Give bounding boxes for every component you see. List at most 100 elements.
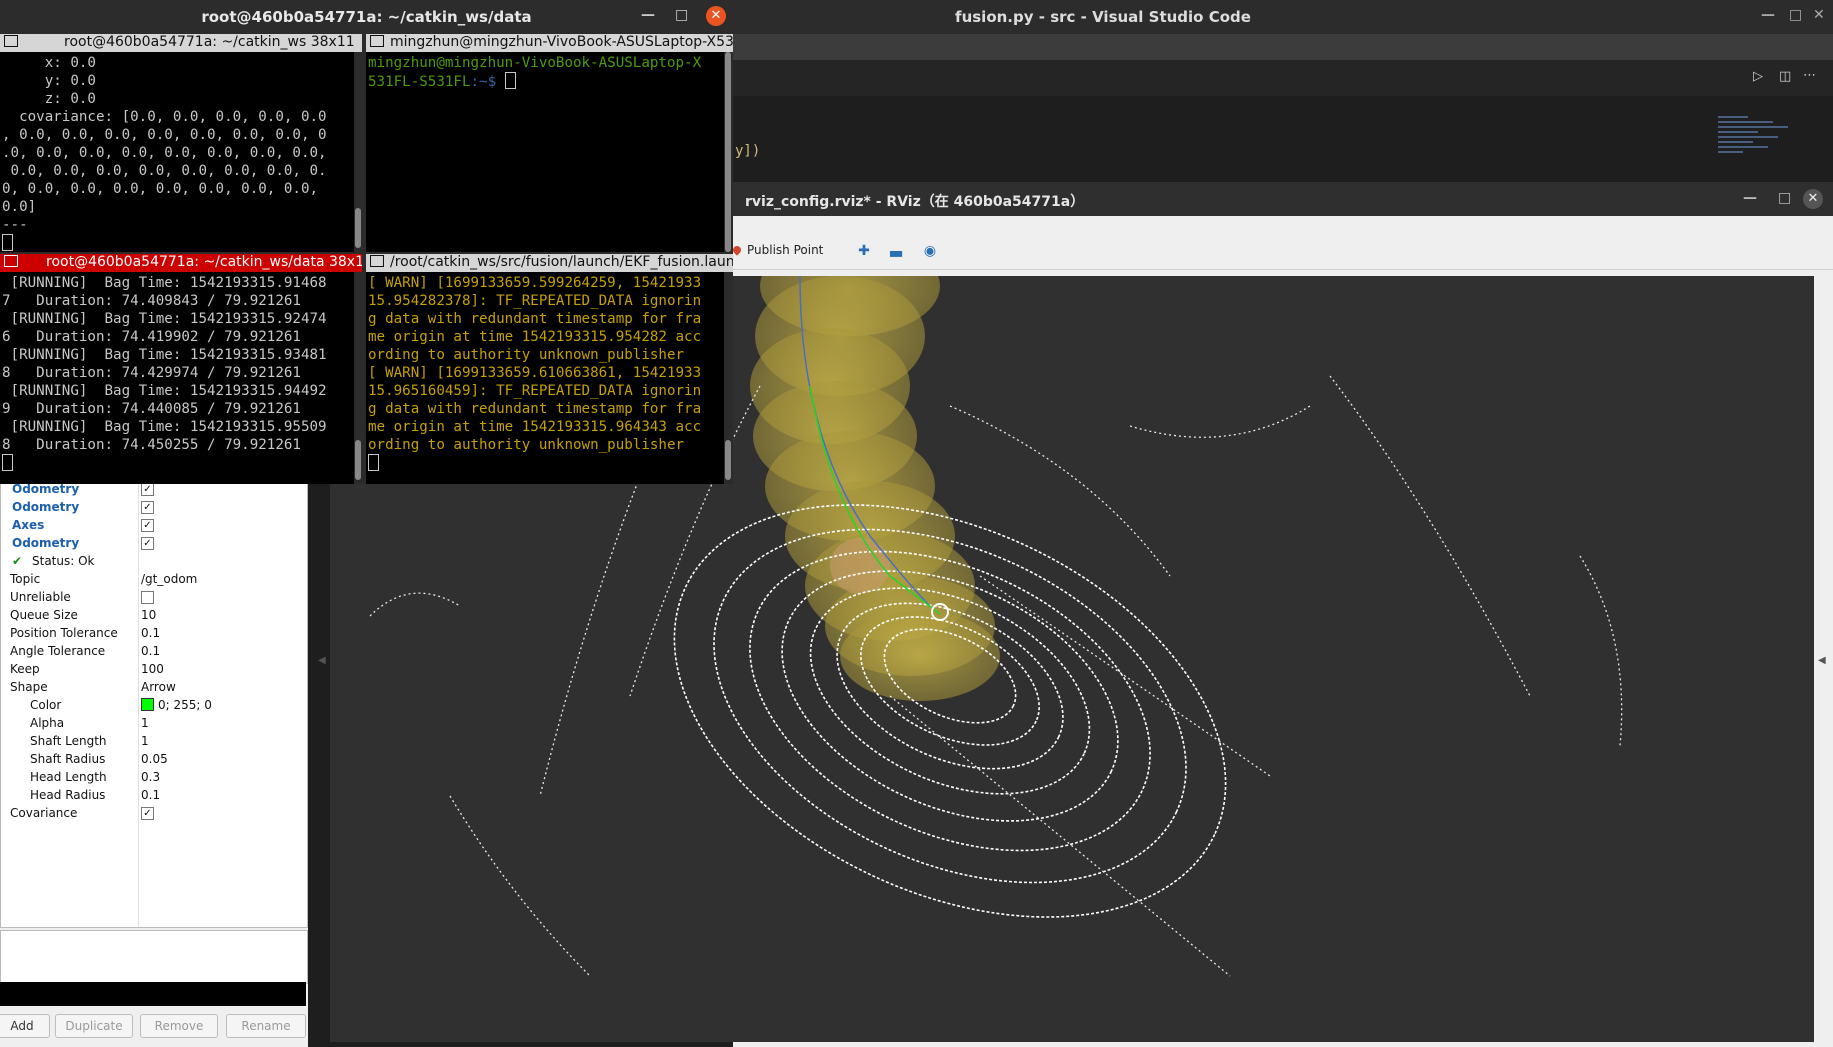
property-row[interactable]: Shape Arrow [1,679,307,697]
maximize-icon[interactable]: □ [1789,7,1802,23]
property-row[interactable]: Color 0; 255; 0 [1,697,307,715]
terminal-pane-title[interactable]: root@460b0a54771a: ~/catkin_ws 38x11 [0,34,362,52]
split-editor-icon[interactable]: ◫ [1779,69,1791,84]
display-row[interactable]: Odometry ✓ [1,499,307,517]
property-value[interactable]: 0.1 [141,626,160,640]
terminal-line: 7 Duration: 74.409843 / 79.921261 [2,293,301,309]
terminal-icon [370,35,384,47]
terminal-line: 6 Duration: 74.419902 / 79.921261 [2,329,301,345]
property-value[interactable]: 10 [141,608,156,622]
scrollbar[interactable] [725,52,731,252]
property-value[interactable]: 1 [141,716,149,730]
property-value[interactable]: 0; 255; 0 [141,698,212,712]
minimize-icon[interactable]: — [1761,7,1775,23]
property-row[interactable]: Unreliable [1,589,307,607]
display-row[interactable]: Odometry ✓ [1,535,307,553]
terminal-pane-title[interactable]: /root/catkin_ws/src/fusion/launch/EKF_fu… [366,254,733,272]
scrollbar[interactable] [355,208,361,248]
collapse-left-icon[interactable]: ◀ [318,655,326,666]
warning-line: ording to authority unknown_publisher [368,437,685,453]
terminal-pane-bottomright[interactable]: [ WARN] [1699133659.599264259, 15421933 … [366,272,724,484]
property-value[interactable]: 0.1 [141,788,160,802]
property-row[interactable]: Shaft Length 1 [1,733,307,751]
property-value[interactable]: /gt_odom [141,572,197,586]
display-name: Odometry [12,536,80,550]
property-value[interactable]: Arrow [141,680,176,694]
terminal-line: 9 Duration: 74.440085 / 79.921261 [2,401,301,417]
property-row[interactable]: Topic /gt_odom [1,571,307,589]
more-icon[interactable]: ⋯ [1803,68,1816,83]
display-enabled-checkbox[interactable]: ✓ [141,537,154,550]
property-row[interactable]: Alpha 1 [1,715,307,733]
maximize-icon[interactable]: □ [675,7,688,23]
property-row[interactable]: Head Length 0.3 [1,769,307,787]
property-value[interactable]: 1 [141,734,149,748]
camera-eye-icon[interactable]: ◉ [920,243,940,261]
terminal-line: covariance: [0.0, 0.0, 0.0, 0.0, 0.0 [2,109,327,125]
terminal-line: 0.0] [2,199,37,215]
property-name: Angle Tolerance [10,644,106,658]
prompt-user: mingzhun@mingzhun-VivoBook-ASUSLaptop-X [368,55,702,71]
terminal-line: [RUNNING] Bag Time: 1542193315.92474 [2,311,327,327]
display-enabled-checkbox[interactable]: ✓ [141,483,154,496]
status-row[interactable]: ✔ Status: Ok [1,553,307,571]
remove-button[interactable]: Remove [140,1014,218,1038]
terminal-pane-title-active[interactable]: root@460b0a54771a: ~/catkin_ws/data 38x1… [0,254,362,272]
close-icon[interactable]: ✕ [706,6,726,26]
terminal-cursor [2,454,13,471]
terminal-pane-title[interactable]: mingzhun@mingzhun-VivoBook-ASUSLaptop-X5… [366,34,733,52]
collapse-right-icon[interactable]: ◀ [1818,655,1826,666]
maximize-icon[interactable]: □ [1778,190,1791,206]
terminal-pane-bottomleft[interactable]: [RUNNING] Bag Time: 1542193315.91468 7 D… [0,272,354,484]
property-row[interactable]: Shaft Radius 0.05 [1,751,307,769]
close-icon[interactable]: ✕ [1803,189,1823,209]
minimap[interactable] [1718,116,1798,180]
scrollbar[interactable] [355,440,361,480]
property-value[interactable]: 0.05 [141,752,168,766]
terminal-pane-topright[interactable]: mingzhun@mingzhun-VivoBook-ASUSLaptop-X … [366,52,724,252]
terminal-line: --- [2,217,28,233]
rename-button[interactable]: Rename [226,1014,306,1038]
property-row[interactable]: Keep 100 [1,661,307,679]
vscode-editor[interactable] [733,96,1833,176]
property-row[interactable]: Queue Size 10 [1,607,307,625]
publish-point-tool[interactable]: Publish Point [731,243,823,257]
display-enabled-checkbox[interactable]: ✓ [141,501,154,514]
property-value[interactable]: 100 [141,662,164,676]
minimize-icon[interactable]: — [641,7,655,23]
property-row[interactable]: Position Tolerance 0.1 [1,625,307,643]
terminal-cursor [368,454,379,471]
color-swatch[interactable] [141,698,154,711]
warning-line: [ WARN] [1699133659.599264259, 15421933 [368,275,702,291]
close-icon[interactable]: ✕ [1813,7,1825,23]
unreliable-checkbox[interactable] [141,591,154,604]
covariance-checkbox[interactable]: ✓ [141,807,154,820]
add-button[interactable]: Add [0,1014,50,1038]
remove-tool-icon[interactable]: ▬ [886,243,906,262]
duplicate-button[interactable]: Duplicate [55,1014,133,1038]
pane-title-text: root@460b0a54771a: ~/catkin_ws/data 38x1… [46,254,362,270]
scrollbar[interactable] [725,440,731,480]
terminal-cursor [2,234,13,251]
property-row[interactable]: Angle Tolerance 0.1 [1,643,307,661]
property-value[interactable]: 0.3 [141,770,160,784]
display-row[interactable]: Axes ✓ [1,517,307,535]
add-tool-icon[interactable]: ✚ [854,243,874,261]
terminal-line: y: 0.0 [2,73,96,89]
warning-line: g data with redundant timestamp for fra [368,401,702,417]
terminal-line: 8 Duration: 74.429974 / 79.921261 [2,365,301,381]
minimize-icon[interactable]: — [1743,190,1757,206]
run-icon[interactable]: ▷ [1753,69,1763,84]
status-label: Status: Ok [32,554,95,568]
property-name: Covariance [10,806,78,820]
property-row[interactable]: Covariance ✓ [1,805,307,823]
display-enabled-checkbox[interactable]: ✓ [141,519,154,532]
terminal-line: z: 0.0 [2,91,96,107]
terminal-pane-topleft[interactable]: x: 0.0 y: 0.0 z: 0.0 covariance: [0.0, 0… [0,52,354,252]
terminal-line: [RUNNING] Bag Time: 1542193315.94492 [2,383,327,399]
display-name: Axes [12,518,45,532]
terminal-line: 8 Duration: 74.450255 / 79.921261 [2,437,301,453]
property-value[interactable]: 0.1 [141,644,160,658]
terminal-line: 0.0, 0.0, 0.0, 0.0, 0.0, 0.0, 0.0, 0. [2,163,327,179]
property-row[interactable]: Head Radius 0.1 [1,787,307,805]
